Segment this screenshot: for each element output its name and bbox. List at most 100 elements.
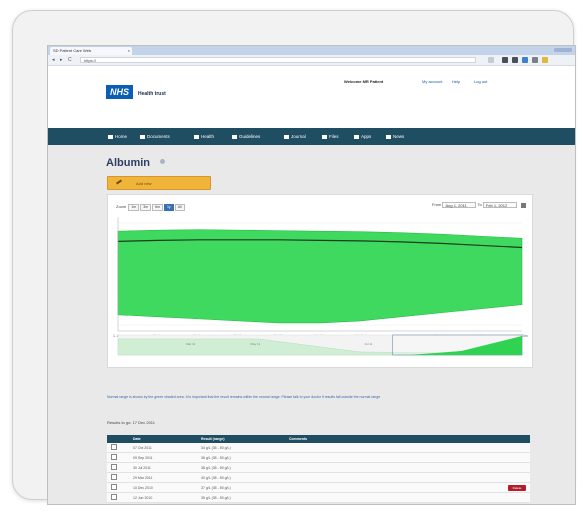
table-row[interactable]: 12 Jun 2010 35 g/L (35 - 50 g/L): [107, 492, 530, 503]
row-checkbox[interactable]: [111, 454, 117, 460]
nav-item-health[interactable]: Health: [194, 128, 214, 145]
add-result-button[interactable]: Add new: [107, 176, 211, 190]
nav-item-news[interactable]: News: [386, 128, 404, 145]
nav-item-label: Health: [201, 134, 215, 139]
row-range: 37 g/L (35 - 50 g/L): [197, 482, 285, 493]
row-select-cell: [107, 492, 129, 503]
nav-item-home[interactable]: Home: [108, 128, 127, 145]
delete-button[interactable]: Delete: [508, 484, 526, 491]
results-table: Date Result (range) Comments 07 Oct 2011…: [107, 435, 530, 503]
results-body: 07 Oct 2011 34 g/L (35 - 50 g/L) 09 Sep 20…: [107, 443, 530, 503]
info-icon[interactable]: [160, 159, 165, 164]
row-checkbox[interactable]: [111, 464, 117, 470]
col-header-range[interactable]: Result (range): [197, 435, 285, 443]
navigator-label: May 11: [251, 342, 261, 346]
help-link[interactable]: Help: [452, 79, 460, 84]
window-controls[interactable]: [554, 48, 572, 52]
row-select-cell: [107, 472, 129, 483]
journal-icon: [284, 134, 289, 139]
row-select-cell: [107, 443, 129, 453]
extension-icon[interactable]: [512, 57, 518, 63]
nav-item-journal[interactable]: Journal: [284, 128, 306, 145]
extension-icon[interactable]: [502, 57, 508, 63]
browser-tab[interactable]: SD Patient Care Web ×: [50, 47, 132, 55]
row-select-cell: [107, 462, 129, 473]
table-row[interactable]: 30 Jul 2011 38 g/L (35 - 50 g/L): [107, 462, 530, 473]
table-row[interactable]: 10 Dec 2010 37 g/L (35 - 50 g/L) Delete: [107, 482, 530, 493]
row-date: 12 Jun 2010: [129, 492, 197, 503]
row-checkbox[interactable]: [111, 484, 117, 490]
tab-close-icon[interactable]: ×: [128, 47, 130, 55]
table-row[interactable]: 09 Sep 2011 36 g/L (35 - 50 g/L): [107, 452, 530, 463]
nav-item-label: News: [393, 134, 405, 139]
extension-icon[interactable]: [532, 57, 538, 63]
folder-icon[interactable]: [542, 57, 548, 63]
bookmark-icon[interactable]: [488, 57, 494, 63]
table-row[interactable]: 29 Mar 2011 40 g/L (35 - 50 g/L): [107, 472, 530, 483]
pencil-icon: [115, 179, 123, 185]
row-range: 35 g/L (35 - 50 g/L): [197, 492, 285, 503]
browser-toolbar: ◂ ▸ C https://: [48, 55, 575, 66]
row-range: 40 g/L (35 - 50 g/L): [197, 472, 285, 483]
main-nav: Home Documents Health Guidelines Journal…: [48, 128, 575, 145]
row-select-cell: [107, 452, 129, 463]
extension-icon[interactable]: [522, 57, 528, 63]
normal-range-band: [117, 229, 523, 324]
row-range: 38 g/L (35 - 50 g/L): [197, 462, 285, 473]
row-comments: [285, 452, 530, 463]
nav-item-files[interactable]: Files: [322, 128, 339, 145]
row-comments: [285, 443, 530, 453]
row-range: 36 g/L (35 - 50 g/L): [197, 452, 285, 463]
tab-bar: SD Patient Care Web ×: [48, 46, 575, 55]
back-icon[interactable]: ◂: [52, 57, 55, 63]
row-checkbox[interactable]: [111, 474, 117, 480]
chart-caption: Normal range is shown by the green shade…: [107, 395, 382, 399]
nav-item-label: Home: [115, 134, 128, 139]
albumin-chart: 1. Aug15. Aug29. Aug12. Sep26. Sep10. Oc…: [113, 217, 528, 356]
heart-icon: [194, 134, 199, 139]
address-bar[interactable]: https://: [80, 57, 476, 63]
row-date: 29 Mar 2011: [129, 472, 197, 483]
site-header: NHS Health trust Welcome MR Patient My a…: [48, 66, 575, 128]
nav-item-label: Documents: [147, 134, 170, 139]
nav-item-documents[interactable]: Documents: [140, 128, 170, 145]
row-date: 07 Oct 2011: [129, 443, 197, 453]
news-icon: [386, 134, 391, 139]
col-header-date[interactable]: Date: [129, 435, 197, 443]
home-icon: [108, 134, 113, 139]
navigator-label: Mar 11: [186, 342, 195, 346]
navigator-label: Jul 11: [365, 342, 373, 346]
page-title: Albumin: [106, 157, 150, 169]
nav-item-label: Journal: [291, 134, 306, 139]
table-row[interactable]: 07 Oct 2011 34 g/L (35 - 50 g/L): [107, 443, 530, 453]
apps-icon: [354, 134, 359, 139]
row-checkbox[interactable]: [111, 494, 117, 500]
row-date: 10 Dec 2010: [129, 482, 197, 493]
nav-item-guidelines[interactable]: Guidelines: [232, 128, 260, 145]
trust-name: Health trust: [138, 91, 166, 97]
nhs-logo[interactable]: NHS: [106, 85, 133, 99]
row-date: 30 Jul 2011: [129, 462, 197, 473]
row-select-cell: [107, 482, 129, 493]
row-comments: [285, 492, 530, 503]
row-comments: Delete: [285, 482, 530, 493]
row-comments: [285, 472, 530, 483]
book-icon: [232, 134, 237, 139]
reload-icon[interactable]: C: [68, 57, 72, 63]
welcome-text: Welcome MR Patient: [344, 79, 384, 84]
row-range: 34 g/L (35 - 50 g/L): [197, 443, 285, 453]
log-out-link[interactable]: Log out: [474, 79, 487, 84]
forward-icon[interactable]: ▸: [60, 57, 63, 63]
nav-item-apps[interactable]: Apps: [354, 128, 371, 145]
row-checkbox[interactable]: [111, 444, 117, 450]
row-comments: [285, 462, 530, 473]
col-header-comments: Comments: [285, 435, 530, 443]
document-icon: [140, 134, 145, 139]
nav-item-label: Apps: [361, 134, 372, 139]
tablet-frame: SD Patient Care Web × ◂ ▸ C https:// NHS…: [12, 10, 576, 505]
table-header-row: Date Result (range) Comments: [107, 435, 530, 443]
results-subheading: Results to go: 17 Dec 2011: [107, 420, 155, 425]
my-account-link[interactable]: My account: [422, 79, 442, 84]
main-content: Albumin Add new Zoom 1m 3m 6m 1y All From Au…: [48, 145, 575, 504]
col-header-select: [107, 435, 129, 443]
